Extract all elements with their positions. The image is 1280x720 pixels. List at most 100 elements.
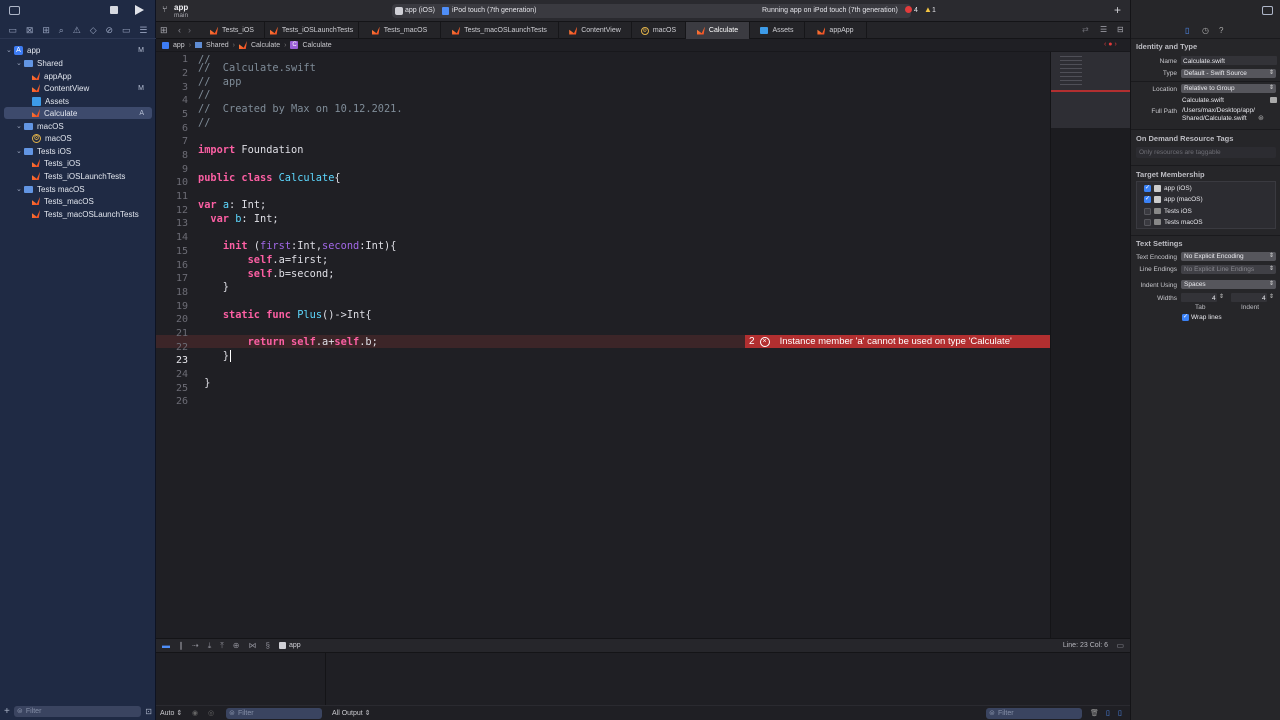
minimap[interactable] [1050, 52, 1131, 638]
breakpoint-icon[interactable]: ▭ [122, 25, 131, 36]
folder-icon[interactable] [1270, 97, 1277, 103]
line-number[interactable]: 26 [156, 396, 188, 407]
warning-count[interactable]: 1 [932, 7, 936, 14]
search-icon[interactable]: ⌕ [59, 25, 64, 36]
tree-item-tests-macos[interactable]: ⌄ Tests macOS [16, 183, 156, 195]
tab-tests-ios-launch[interactable]: Tests_iOSLaunchTests [265, 22, 359, 39]
indent-using-select[interactable]: Spaces [1181, 280, 1276, 289]
tab-appapp[interactable]: appApp [805, 22, 867, 39]
debug-icon[interactable]: ⊘ [106, 25, 114, 36]
toggle-console-icon[interactable]: ▭ [1116, 641, 1124, 650]
line-number[interactable]: 2 [156, 68, 188, 79]
step-into-icon[interactable]: ⤓ [208, 641, 212, 651]
location-select[interactable]: Relative to Group [1181, 84, 1276, 93]
line-number[interactable]: 14 [156, 232, 188, 243]
tree-item-tests-macos-file[interactable]: Tests_macOS [32, 195, 156, 207]
hide-debug-area-icon[interactable]: ▬ [162, 641, 170, 650]
tab-assets[interactable]: Assets [750, 22, 805, 39]
info-icon[interactable]: ◉ [192, 709, 198, 717]
line-number[interactable]: 7 [156, 136, 188, 147]
source-control-icon[interactable]: ⊠ [26, 25, 34, 36]
navigator-filter-input[interactable]: Filter [13, 706, 142, 717]
split-left-icon[interactable]: ▯ [1106, 709, 1110, 717]
line-number[interactable]: 3 [156, 82, 188, 93]
sidebar-toggle-icon[interactable] [9, 6, 20, 15]
tab-macos[interactable]: ⚙ macOS [632, 22, 686, 39]
target-checkbox-app-macos[interactable]: ✓ [1144, 196, 1151, 203]
split-editor-icon[interactable]: ⊟ [1117, 25, 1124, 34]
line-number[interactable]: 6 [156, 123, 188, 134]
editor-options-icon[interactable]: ☰ [1100, 25, 1107, 34]
tree-item-shared[interactable]: ⌄ Shared [16, 57, 156, 69]
console-filter-input[interactable]: Filter [986, 707, 1082, 719]
line-number[interactable]: 20 [156, 314, 188, 325]
line-endings-select[interactable]: No Explicit Line Endings [1181, 265, 1276, 274]
error-annotation[interactable]: 2 × Instance member 'a' cannot be used o… [745, 335, 1050, 348]
view-hierarchy-icon[interactable]: ⊕ [233, 641, 240, 650]
line-number[interactable]: 4 [156, 95, 188, 106]
tab-tests-ios[interactable]: Tests_iOS [200, 22, 265, 39]
grid-icon[interactable]: ⊞ [160, 25, 168, 36]
code-editor[interactable]: 1 2 3 4 5 6 7 8 9 10 11 12 13 14 15 16 17 18 19 20 21 22 23 24 2… [156, 52, 1050, 638]
line-number[interactable]: 12 [156, 205, 188, 216]
line-number[interactable]: 16 [156, 260, 188, 271]
target-checkbox-tests-macos[interactable] [1144, 219, 1151, 226]
test-icon[interactable]: ◇ [90, 25, 97, 36]
symbol-icon[interactable]: ⊞ [42, 25, 50, 36]
line-number[interactable]: 9 [156, 164, 188, 175]
line-number[interactable]: 22 [156, 342, 188, 353]
error-count[interactable]: 4 [914, 7, 918, 14]
debug-target[interactable]: app [289, 642, 301, 649]
indent-stepper[interactable]: ⇕ [1269, 293, 1274, 300]
line-number[interactable]: 24 [156, 369, 188, 380]
tree-item-macos[interactable]: ⚙ macOS [32, 132, 156, 144]
target-checkbox-tests-ios[interactable] [1144, 208, 1151, 215]
tree-item-tests-macos-launch[interactable]: Tests_macOSLaunchTests [32, 208, 156, 220]
back-icon[interactable]: ‹ [178, 25, 181, 35]
tree-item-contentview[interactable]: ContentView M [32, 82, 156, 94]
tree-item-app[interactable]: ⌄ Aapp M [6, 44, 156, 56]
tree-item-macos-group[interactable]: ⌄ macOS [16, 120, 156, 132]
console-output-select[interactable]: All Output ⇕ [332, 709, 371, 717]
line-number[interactable]: 1 [156, 54, 188, 65]
type-select[interactable]: Default - Swift Source [1181, 69, 1276, 78]
line-number[interactable]: 15 [156, 246, 188, 257]
line-number[interactable]: 23 [156, 355, 188, 366]
step-out-icon[interactable]: ⤒ [220, 641, 224, 651]
related-items-icon[interactable]: ⇄ [1082, 25, 1089, 34]
folder-icon[interactable]: ▭ [8, 25, 17, 36]
breadcrumb-shared[interactable]: Shared [206, 42, 229, 49]
line-number[interactable]: 21 [156, 328, 188, 339]
memory-graph-icon[interactable]: ⋈ [249, 641, 257, 650]
line-number[interactable]: 8 [156, 150, 188, 161]
step-over-icon[interactable]: ⇢ [192, 641, 199, 650]
warning-icon[interactable]: ▲ [924, 5, 932, 14]
tree-item-appapp[interactable]: appApp [32, 70, 156, 82]
line-number[interactable]: 19 [156, 301, 188, 312]
issue-icon[interactable]: ⚠ [73, 25, 81, 36]
split-right-icon[interactable]: ▯ [1118, 709, 1122, 717]
stop-icon[interactable] [110, 6, 118, 14]
breadcrumb-symbol[interactable]: Calculate [302, 42, 331, 49]
trash-icon[interactable]: 🗑 [1090, 709, 1099, 717]
line-number[interactable]: 18 [156, 287, 188, 298]
forward-icon[interactable]: › [188, 25, 191, 35]
pause-icon[interactable]: ∥ [179, 641, 183, 650]
breadcrumb-app[interactable]: app [173, 42, 185, 49]
variables-scope-select[interactable]: Auto ⇕ [160, 709, 182, 717]
history-icon[interactable]: ◷ [1202, 26, 1209, 35]
simulate-location-icon[interactable]: § [266, 641, 270, 650]
tree-item-assets[interactable]: Assets [32, 95, 156, 107]
line-number[interactable]: 17 [156, 273, 188, 284]
run-icon[interactable] [135, 5, 144, 15]
tab-stepper[interactable]: ⇕ [1219, 293, 1224, 300]
breadcrumb-file[interactable]: Calculate [251, 42, 280, 49]
file-inspector-icon[interactable]: ▯ [1185, 26, 1189, 35]
issue-navigation-icon[interactable]: ‹ ● › [1104, 41, 1117, 48]
line-number[interactable]: 25 [156, 383, 188, 394]
variables-filter-input[interactable]: Filter [226, 707, 322, 719]
line-number[interactable]: 13 [156, 218, 188, 229]
line-number[interactable]: 5 [156, 109, 188, 120]
tab-tests-macos-launch[interactable]: Tests_macOSLaunchTests [441, 22, 559, 39]
report-icon[interactable]: ☰ [139, 25, 147, 36]
